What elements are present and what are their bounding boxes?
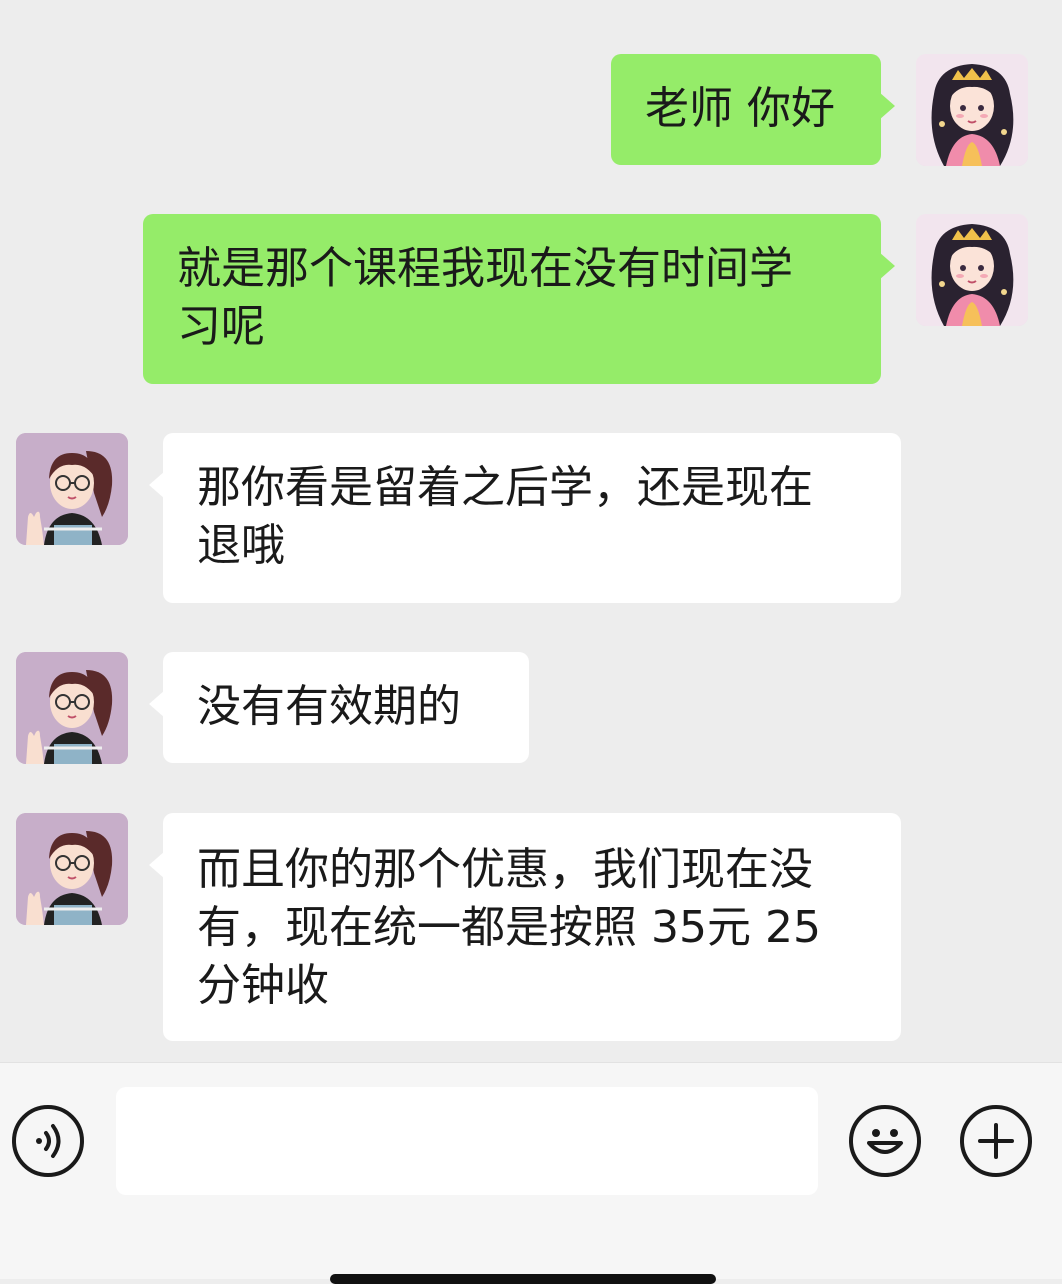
message-text: 没有有效期的	[197, 681, 461, 732]
emoji-icon	[867, 1129, 903, 1154]
teacher-avatar[interactable]	[16, 813, 128, 925]
chat-area[interactable]: 老师 你好 就是那个课程我现在没有时间学 习呢 那你看是留着之后学，还是现在 退…	[0, 0, 1062, 1062]
message-text: 老师 你好	[645, 83, 835, 134]
home-indicator[interactable]	[330, 1274, 716, 1284]
message-text-line: 那你看是留着之后学，还是现在	[197, 462, 813, 513]
girl-waving-avatar-icon	[16, 433, 128, 545]
message-bubble-mine[interactable]: 就是那个课程我现在没有时间学 习呢	[143, 214, 895, 384]
message-bubble-teacher[interactable]: 没有有效期的	[149, 652, 529, 763]
message-bubble-teacher[interactable]: 那你看是留着之后学，还是现在 退哦	[149, 433, 901, 603]
plus-icon	[978, 1123, 1014, 1159]
message-input-bar	[0, 1062, 1062, 1279]
message-text-line: 有，现在统一都是按照 35元 25	[197, 902, 821, 953]
message-text-line: 就是那个课程我现在没有时间学	[177, 243, 793, 294]
emoji-button[interactable]	[849, 1105, 921, 1177]
teacher-avatar[interactable]	[16, 652, 128, 764]
my-avatar[interactable]	[916, 214, 1028, 326]
my-avatar[interactable]	[916, 54, 1028, 166]
message-bubble-teacher[interactable]: 而且你的那个优惠，我们现在没 有，现在统一都是按照 35元 25 分钟收	[149, 813, 901, 1041]
message-text-line: 习呢	[177, 301, 265, 352]
voice-button[interactable]	[12, 1105, 84, 1177]
message-bubble-mine[interactable]: 老师 你好	[611, 54, 895, 165]
message-input[interactable]	[116, 1087, 818, 1195]
message-text-line: 分钟收	[197, 960, 329, 1011]
message-text-line: 而且你的那个优惠，我们现在没	[197, 844, 813, 895]
message-text-line: 退哦	[197, 520, 285, 571]
voice-icon	[36, 1124, 61, 1158]
girl-waving-avatar-icon	[16, 813, 128, 925]
more-button[interactable]	[960, 1105, 1032, 1177]
teacher-avatar[interactable]	[16, 433, 128, 545]
princess-avatar-icon	[916, 214, 1028, 326]
girl-waving-avatar-icon	[16, 652, 128, 764]
princess-avatar-icon	[916, 54, 1028, 166]
